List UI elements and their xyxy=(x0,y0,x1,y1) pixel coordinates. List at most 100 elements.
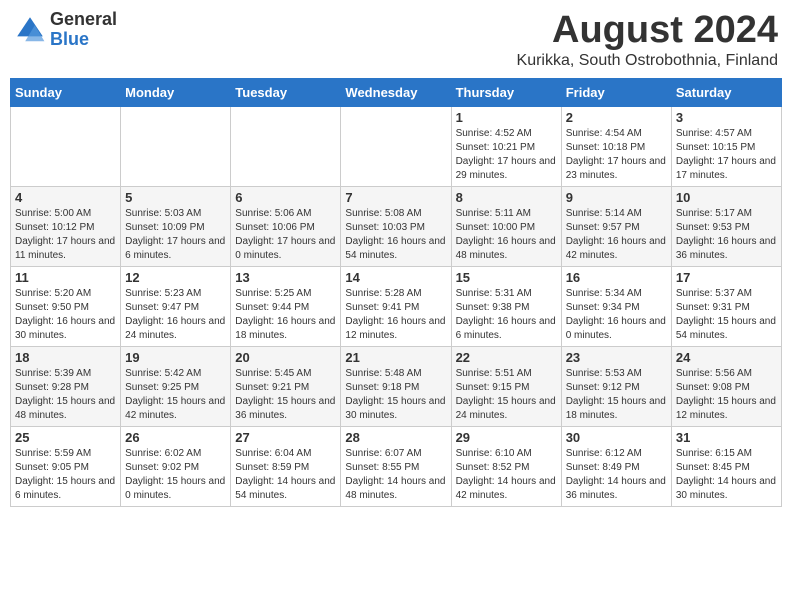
day-number: 3 xyxy=(676,110,777,125)
day-info: Sunrise: 5:08 AM Sunset: 10:03 PM Daylig… xyxy=(345,207,446,263)
weekday-header-wednesday: Wednesday xyxy=(341,78,451,106)
month-title: August 2024 xyxy=(517,10,778,52)
day-number: 27 xyxy=(235,430,336,445)
calendar-cell: 10 Sunrise: 5:17 AM Sunset: 9:53 PM Dayli… xyxy=(671,186,781,266)
day-info: Sunrise: 5:11 AM Sunset: 10:00 PM Daylig… xyxy=(456,207,557,263)
calendar-week-row: 1 Sunrise: 4:52 AM Sunset: 10:21 PM Dayli… xyxy=(11,106,782,186)
calendar-cell xyxy=(231,106,341,186)
calendar-cell: 7Sunrise: 5:08 AM Sunset: 10:03 PM Dayli… xyxy=(341,186,451,266)
day-number: 28 xyxy=(345,430,446,445)
weekday-header-friday: Friday xyxy=(561,78,671,106)
day-number: 12 xyxy=(125,270,226,285)
day-info: Sunrise: 5:20 AM Sunset: 9:50 PM Dayligh… xyxy=(15,287,116,343)
calendar-week-row: 25Sunrise: 5:59 AM Sunset: 9:05 PM Dayli… xyxy=(11,426,782,506)
calendar-cell: 15 Sunrise: 5:31 AM Sunset: 9:38 PM Dayli… xyxy=(451,266,561,346)
calendar-cell: 29 Sunrise: 6:10 AM Sunset: 8:52 PM Dayli… xyxy=(451,426,561,506)
calendar-cell: 18 Sunrise: 5:39 AM Sunset: 9:28 PM Dayli… xyxy=(11,346,121,426)
calendar-cell: 14 Sunrise: 5:28 AM Sunset: 9:41 PM Dayli… xyxy=(341,266,451,346)
calendar-cell: 12 Sunrise: 5:23 AM Sunset: 9:47 PM Dayli… xyxy=(121,266,231,346)
weekday-header-row: SundayMondayTuesdayWednesdayThursdayFrid… xyxy=(11,78,782,106)
day-number: 1 xyxy=(456,110,557,125)
day-info: Sunrise: 5:48 AM Sunset: 9:18 PM Dayligh… xyxy=(345,367,446,423)
day-info: Sunrise: 5:39 AM Sunset: 9:28 PM Dayligh… xyxy=(15,367,116,423)
page-header: General Blue August 2024 Kurikka, South … xyxy=(10,10,782,70)
day-info: Sunrise: 5:51 AM Sunset: 9:15 PM Dayligh… xyxy=(456,367,557,423)
day-number: 19 xyxy=(125,350,226,365)
day-info: Sunrise: 6:10 AM Sunset: 8:52 PM Dayligh… xyxy=(456,447,557,503)
day-number: 22 xyxy=(456,350,557,365)
weekday-header-saturday: Saturday xyxy=(671,78,781,106)
calendar-cell xyxy=(121,106,231,186)
day-info: Sunrise: 5:17 AM Sunset: 9:53 PM Dayligh… xyxy=(676,207,777,263)
calendar-cell: 28 Sunrise: 6:07 AM Sunset: 8:55 PM Dayli… xyxy=(341,426,451,506)
calendar-cell: 3 Sunrise: 4:57 AM Sunset: 10:15 PM Dayli… xyxy=(671,106,781,186)
day-info: Sunrise: 6:12 AM Sunset: 8:49 PM Dayligh… xyxy=(566,447,667,503)
day-number: 16 xyxy=(566,270,667,285)
day-number: 30 xyxy=(566,430,667,445)
day-number: 18 xyxy=(15,350,116,365)
day-number: 10 xyxy=(676,190,777,205)
day-info: Sunrise: 4:54 AM Sunset: 10:18 PM Daylig… xyxy=(566,127,667,183)
day-number: 29 xyxy=(456,430,557,445)
day-info: Sunrise: 5:56 AM Sunset: 9:08 PM Dayligh… xyxy=(676,367,777,423)
calendar-cell: 9 Sunrise: 5:14 AM Sunset: 9:57 PM Daylig… xyxy=(561,186,671,266)
day-number: 21 xyxy=(345,350,446,365)
calendar-cell: 24 Sunrise: 5:56 AM Sunset: 9:08 PM Dayli… xyxy=(671,346,781,426)
day-info: Sunrise: 5:14 AM Sunset: 9:57 PM Dayligh… xyxy=(566,207,667,263)
title-block: August 2024 Kurikka, South Ostrobothnia,… xyxy=(517,10,778,70)
day-number: 2 xyxy=(566,110,667,125)
day-number: 23 xyxy=(566,350,667,365)
calendar-week-row: 4Sunrise: 5:00 AM Sunset: 10:12 PM Dayli… xyxy=(11,186,782,266)
day-number: 5 xyxy=(125,190,226,205)
day-number: 25 xyxy=(15,430,116,445)
weekday-header-sunday: Sunday xyxy=(11,78,121,106)
logo-general: General xyxy=(50,10,117,30)
day-info: Sunrise: 5:25 AM Sunset: 9:44 PM Dayligh… xyxy=(235,287,336,343)
calendar-cell: 11 Sunrise: 5:20 AM Sunset: 9:50 PM Dayli… xyxy=(11,266,121,346)
day-info: Sunrise: 6:02 AM Sunset: 9:02 PM Dayligh… xyxy=(125,447,226,503)
day-info: Sunrise: 4:52 AM Sunset: 10:21 PM Daylig… xyxy=(456,127,557,183)
weekday-header-tuesday: Tuesday xyxy=(231,78,341,106)
calendar-cell: 17Sunrise: 5:37 AM Sunset: 9:31 PM Dayli… xyxy=(671,266,781,346)
calendar-week-row: 18 Sunrise: 5:39 AM Sunset: 9:28 PM Dayli… xyxy=(11,346,782,426)
day-number: 24 xyxy=(676,350,777,365)
day-number: 9 xyxy=(566,190,667,205)
calendar-cell: 4Sunrise: 5:00 AM Sunset: 10:12 PM Dayli… xyxy=(11,186,121,266)
calendar-cell: 5 Sunrise: 5:03 AM Sunset: 10:09 PM Dayli… xyxy=(121,186,231,266)
day-info: Sunrise: 5:23 AM Sunset: 9:47 PM Dayligh… xyxy=(125,287,226,343)
calendar-cell: 22 Sunrise: 5:51 AM Sunset: 9:15 PM Dayli… xyxy=(451,346,561,426)
day-number: 11 xyxy=(15,270,116,285)
day-info: Sunrise: 5:34 AM Sunset: 9:34 PM Dayligh… xyxy=(566,287,667,343)
day-info: Sunrise: 5:31 AM Sunset: 9:38 PM Dayligh… xyxy=(456,287,557,343)
calendar-cell: 2 Sunrise: 4:54 AM Sunset: 10:18 PM Dayli… xyxy=(561,106,671,186)
day-info: Sunrise: 5:28 AM Sunset: 9:41 PM Dayligh… xyxy=(345,287,446,343)
day-info: Sunrise: 5:06 AM Sunset: 10:06 PM Daylig… xyxy=(235,207,336,263)
calendar-cell: 8 Sunrise: 5:11 AM Sunset: 10:00 PM Dayli… xyxy=(451,186,561,266)
weekday-header-thursday: Thursday xyxy=(451,78,561,106)
day-info: Sunrise: 6:15 AM Sunset: 8:45 PM Dayligh… xyxy=(676,447,777,503)
day-info: Sunrise: 5:03 AM Sunset: 10:09 PM Daylig… xyxy=(125,207,226,263)
calendar-table: SundayMondayTuesdayWednesdayThursdayFrid… xyxy=(10,78,782,507)
calendar-cell: 26Sunrise: 6:02 AM Sunset: 9:02 PM Dayli… xyxy=(121,426,231,506)
calendar-cell: 27 Sunrise: 6:04 AM Sunset: 8:59 PM Dayli… xyxy=(231,426,341,506)
calendar-cell: 13Sunrise: 5:25 AM Sunset: 9:44 PM Dayli… xyxy=(231,266,341,346)
calendar-cell: 20Sunrise: 5:45 AM Sunset: 9:21 PM Dayli… xyxy=(231,346,341,426)
day-info: Sunrise: 5:42 AM Sunset: 9:25 PM Dayligh… xyxy=(125,367,226,423)
day-info: Sunrise: 4:57 AM Sunset: 10:15 PM Daylig… xyxy=(676,127,777,183)
day-info: Sunrise: 6:04 AM Sunset: 8:59 PM Dayligh… xyxy=(235,447,336,503)
day-number: 15 xyxy=(456,270,557,285)
location-subtitle: Kurikka, South Ostrobothnia, Finland xyxy=(517,52,778,70)
day-number: 8 xyxy=(456,190,557,205)
day-info: Sunrise: 5:00 AM Sunset: 10:12 PM Daylig… xyxy=(15,207,116,263)
calendar-cell: 23Sunrise: 5:53 AM Sunset: 9:12 PM Dayli… xyxy=(561,346,671,426)
day-number: 14 xyxy=(345,270,446,285)
calendar-cell xyxy=(341,106,451,186)
logo-blue: Blue xyxy=(50,30,117,50)
logo-icon xyxy=(14,14,46,46)
logo-text: General Blue xyxy=(50,10,117,50)
calendar-cell xyxy=(11,106,121,186)
day-number: 6 xyxy=(235,190,336,205)
day-info: Sunrise: 6:07 AM Sunset: 8:55 PM Dayligh… xyxy=(345,447,446,503)
calendar-cell: 31 Sunrise: 6:15 AM Sunset: 8:45 PM Dayli… xyxy=(671,426,781,506)
day-number: 31 xyxy=(676,430,777,445)
